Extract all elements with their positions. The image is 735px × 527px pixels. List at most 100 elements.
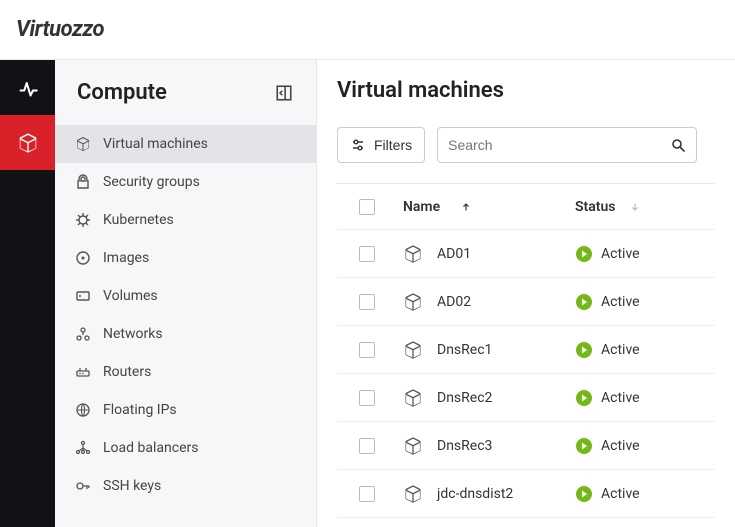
sidebar-item-volumes[interactable]: Volumes xyxy=(55,277,316,315)
sidebar-item-ssh-keys[interactable]: SSH keys xyxy=(55,467,316,505)
main: Compute Virtual machines Security groups K… xyxy=(0,60,735,527)
sidebar-item-label: Routers xyxy=(103,364,151,380)
sidebar-item-kubernetes[interactable]: Kubernetes xyxy=(55,201,316,239)
globe-icon xyxy=(75,402,91,418)
row-checkbox-cell xyxy=(337,294,397,310)
status-active-icon xyxy=(575,293,593,311)
cube-icon xyxy=(403,436,423,456)
sidebar-item-networks[interactable]: Networks xyxy=(55,315,316,353)
sort-icon xyxy=(629,201,641,213)
row-name-cell: DnsRec3 xyxy=(397,436,575,456)
activity-icon xyxy=(18,78,38,98)
sidebar-item-label: Load balancers xyxy=(103,440,198,456)
vm-name: DnsRec1 xyxy=(437,342,492,358)
sidebar-item-label: Virtual machines xyxy=(103,136,208,152)
status-label: Active xyxy=(601,246,640,262)
nav-list: Virtual machines Security groups Kubernete… xyxy=(55,125,316,505)
sidebar-item-routers[interactable]: Routers xyxy=(55,353,316,391)
sidebar-item-label: SSH keys xyxy=(103,478,161,494)
filters-label: Filters xyxy=(374,137,412,153)
row-checkbox-cell xyxy=(337,390,397,406)
row-status-cell: Active xyxy=(575,293,715,311)
sidebar-item-floating-ips[interactable]: Floating IPs xyxy=(55,391,316,429)
row-checkbox[interactable] xyxy=(359,438,375,454)
vm-table: Name Status AD01Active AD02 Active DnsRec1 A… xyxy=(337,183,715,518)
col-name-label: Name xyxy=(403,199,440,215)
hdd-icon xyxy=(75,288,91,304)
sidebar-item-label: Security groups xyxy=(103,174,200,190)
brand-text: Virtuozzo xyxy=(16,17,104,42)
search-icon xyxy=(670,137,686,153)
table-body: AD01ActiveAD02ActiveDnsRec1ActiveDnsRec2… xyxy=(337,230,715,518)
row-status-cell: Active xyxy=(575,341,715,359)
sidebar-item-label: Kubernetes xyxy=(103,212,174,228)
table-row[interactable]: AD02 Active xyxy=(337,278,715,326)
status-active-icon xyxy=(575,341,593,359)
sliders-icon xyxy=(350,137,366,153)
net-icon xyxy=(75,326,91,342)
content: Virtual machines Filters Name xyxy=(317,59,735,527)
sidebar-item-label: Networks xyxy=(103,326,163,342)
table-row[interactable]: DnsRec1 Active xyxy=(337,326,715,374)
disc-icon xyxy=(75,250,91,266)
filters-button[interactable]: Filters xyxy=(337,127,425,163)
vm-name: jdc-dnsdist2 xyxy=(437,486,513,502)
collapse-sidebar-button[interactable] xyxy=(272,81,296,105)
brand-logo: Virtuozzo xyxy=(16,17,104,42)
collapse-icon xyxy=(275,84,293,102)
table-row[interactable]: DnsRec3 Active xyxy=(337,422,715,470)
cube-icon xyxy=(403,484,423,504)
table-row[interactable]: DnsRec2 Active xyxy=(337,374,715,422)
cube-icon xyxy=(403,292,423,312)
row-name-cell: jdc-dnsdist2 xyxy=(397,484,575,504)
status-label: Active xyxy=(601,342,640,358)
header-status[interactable]: Status xyxy=(575,199,715,215)
row-name-cell: AD02 xyxy=(397,292,575,312)
search-wrap xyxy=(437,127,697,163)
row-checkbox[interactable] xyxy=(359,294,375,310)
row-status-cell: Active xyxy=(575,389,715,407)
row-name-cell: DnsRec1 xyxy=(397,340,575,360)
cube-icon xyxy=(403,340,423,360)
table-row[interactable]: jdc-dnsdist2 Active xyxy=(337,470,715,518)
cube-icon xyxy=(403,388,423,408)
topbar: Virtuozzo xyxy=(0,0,735,60)
row-status-cell: Active xyxy=(575,245,715,263)
sidebar-item-label: Volumes xyxy=(103,288,158,304)
row-status-cell: Active xyxy=(575,485,715,503)
select-all-checkbox[interactable] xyxy=(359,199,375,215)
sort-asc-icon xyxy=(460,201,472,213)
status-label: Active xyxy=(601,390,640,406)
row-checkbox[interactable] xyxy=(359,246,375,262)
sidebar-title: Compute xyxy=(77,80,167,105)
rail-compute[interactable] xyxy=(0,115,55,170)
vm-name: DnsRec2 xyxy=(437,390,492,406)
status-label: Active xyxy=(601,294,640,310)
sidebar-item-security-groups[interactable]: Security groups xyxy=(55,163,316,201)
helm-icon xyxy=(75,212,91,228)
nav-rail xyxy=(0,60,55,527)
status-active-icon xyxy=(575,437,593,455)
status-label: Active xyxy=(601,438,640,454)
table-row[interactable]: AD01Active xyxy=(337,230,715,278)
rail-monitoring[interactable] xyxy=(0,60,55,115)
row-checkbox-cell xyxy=(337,342,397,358)
page-title: Virtual machines xyxy=(337,78,715,103)
sidebar-item-label: Floating IPs xyxy=(103,402,177,418)
row-checkbox[interactable] xyxy=(359,390,375,406)
header-name[interactable]: Name xyxy=(397,199,575,215)
lock-icon xyxy=(75,174,91,190)
status-active-icon xyxy=(575,389,593,407)
sidebar-header: Compute xyxy=(55,60,316,125)
row-checkbox[interactable] xyxy=(359,486,375,502)
sidebar-item-label: Images xyxy=(103,250,149,266)
row-checkbox[interactable] xyxy=(359,342,375,358)
search-input[interactable] xyxy=(448,137,670,153)
cube-icon xyxy=(17,132,39,154)
vm-name: AD02 xyxy=(437,294,471,310)
row-checkbox-cell xyxy=(337,486,397,502)
sidebar-item-virtual-machines[interactable]: Virtual machines xyxy=(55,125,316,163)
sidebar-item-images[interactable]: Images xyxy=(55,239,316,277)
router-icon xyxy=(75,364,91,380)
sidebar-item-load-balancers[interactable]: Load balancers xyxy=(55,429,316,467)
